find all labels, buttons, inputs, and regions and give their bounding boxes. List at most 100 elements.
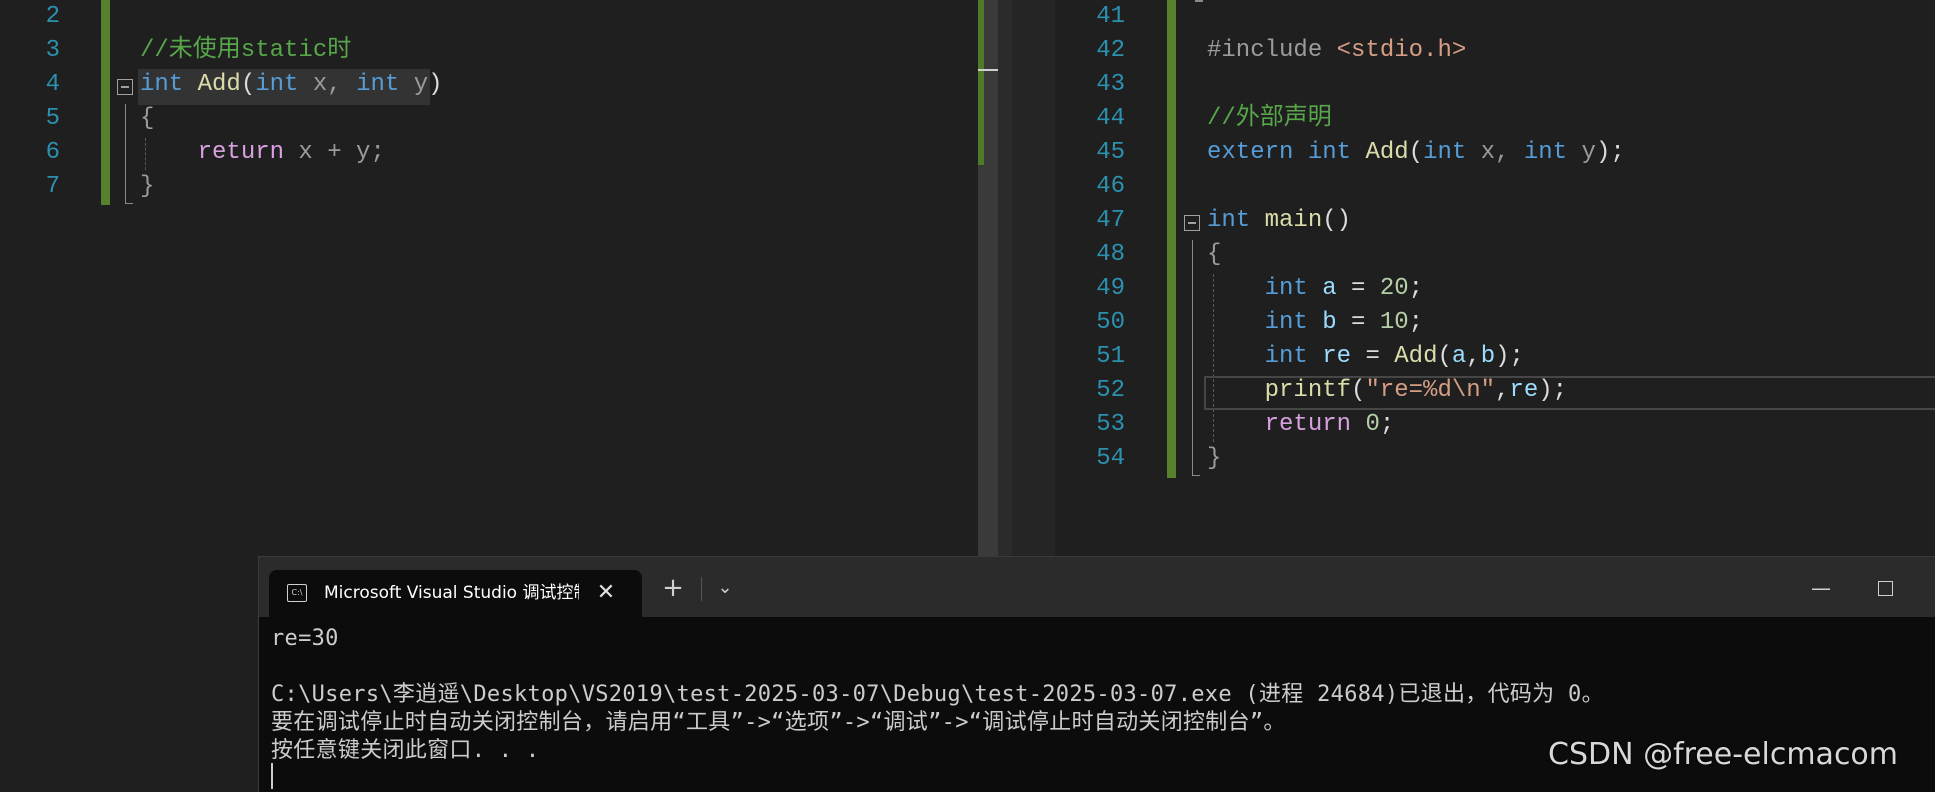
code-token: return [197, 139, 285, 166]
code-token: () [1322, 207, 1352, 234]
scope-guide-end [1192, 475, 1200, 476]
maximize-button[interactable] [1863, 571, 1907, 605]
code-token: ); [1595, 139, 1625, 166]
code-token: ( [1408, 139, 1424, 166]
line-number: 41 [1096, 3, 1125, 30]
code-token: int [1264, 309, 1308, 336]
code-token: int [1307, 139, 1352, 166]
code-text: int Add(int x, int y) [140, 68, 443, 102]
code-token: main [1264, 207, 1323, 234]
code-token: #include [1207, 37, 1337, 64]
code-token: int [1264, 275, 1308, 302]
code-token: <stdio.h> [1336, 37, 1467, 64]
collapse-icon[interactable] [1184, 215, 1200, 231]
code-token: re [1322, 343, 1352, 370]
editor-scrollbar[interactable] [978, 0, 1004, 560]
code-token: = [1336, 275, 1380, 302]
code-text: //外部声明 [1207, 102, 1332, 136]
scope-guide-end [1195, 0, 1203, 2]
code-token: 0 [1365, 411, 1380, 438]
new-tab-button[interactable]: + [653, 571, 693, 605]
code-token: b [1480, 343, 1496, 370]
code-token: = [1336, 309, 1380, 336]
line-number: 4 [45, 71, 60, 98]
code-token: y [1567, 139, 1596, 166]
line-number: 52 [1096, 377, 1125, 404]
line-number: 42 [1096, 37, 1125, 64]
code-token: //未使用static时 [140, 37, 352, 64]
code-token: "re=%d\n" [1365, 377, 1496, 404]
console-tab[interactable]: C:\ Microsoft Visual Studio 调试控制台 ✕ [269, 570, 642, 617]
code-token: a [1322, 275, 1337, 302]
console-tab-title: Microsoft Visual Studio 调试控制台 [324, 583, 579, 603]
code-token: = [1351, 343, 1395, 370]
line-number: 49 [1096, 275, 1125, 302]
code-text: return 0; [1207, 408, 1395, 442]
code-token: 20 [1379, 275, 1409, 302]
code-text: printf("re=%d\n",re); [1207, 374, 1567, 408]
code-text: { [1207, 238, 1221, 272]
collapse-icon[interactable] [117, 79, 133, 95]
terminal-icon: C:\ [287, 584, 307, 602]
close-tab-icon[interactable]: ✕ [591, 578, 621, 608]
code-token: Add [1365, 139, 1409, 166]
line-number: 51 [1096, 343, 1125, 370]
code-token: printf [1264, 377, 1352, 404]
pane-gutter [1012, 0, 1055, 560]
line-number: 44 [1096, 105, 1125, 132]
code-token: x, [1466, 139, 1524, 166]
code-text: extern int Add(int x, int y); [1207, 136, 1625, 170]
code-token: int [140, 71, 184, 98]
code-token: ; [1408, 309, 1424, 336]
line-number: 43 [1096, 71, 1125, 98]
pane-divider[interactable] [998, 0, 1012, 560]
change-tracking-bar [101, 0, 110, 205]
code-text: } [1207, 442, 1221, 476]
code-token: x, [298, 71, 357, 98]
code-token: ( [1437, 343, 1452, 370]
line-number: 47 [1096, 207, 1125, 234]
code-token: int [1207, 207, 1251, 234]
console-titlebar[interactable]: C:\ Microsoft Visual Studio 调试控制台 ✕ + ⌄ … [259, 557, 1935, 617]
code-token: 10 [1379, 309, 1409, 336]
code-text: int main() [1207, 204, 1351, 238]
line-number: 48 [1096, 241, 1125, 268]
code-token: int [356, 71, 400, 98]
code-token: extern [1207, 139, 1294, 166]
line-number: 45 [1096, 139, 1125, 166]
line-number: 46 [1096, 173, 1125, 200]
watermark: CSDN @free-elcmacom [1548, 737, 1899, 772]
code-text: int re = Add(a,b); [1207, 340, 1524, 374]
line-number: 6 [45, 139, 60, 166]
code-token: } [140, 173, 155, 200]
code-token: Add [197, 71, 241, 98]
code-text: } [140, 170, 154, 204]
code-token: ( [240, 71, 256, 98]
line-number: 5 [45, 105, 60, 132]
code-token: int [1264, 343, 1308, 370]
code-token: int [1423, 139, 1467, 166]
maximize-icon [1877, 580, 1893, 596]
code-token: ( [1351, 377, 1366, 404]
minimize-button[interactable]: — [1799, 571, 1843, 605]
code-token: int [255, 71, 299, 98]
code-token: , [1466, 343, 1481, 370]
code-token: } [1207, 445, 1222, 472]
console-output-line: re=30 [271, 626, 339, 651]
code-text: return x + y; [140, 136, 385, 170]
chevron-down-icon[interactable]: ⌄ [705, 571, 745, 605]
console-output-line: 按任意键关闭此窗口. . . [271, 738, 540, 763]
scrollbar-change-mark [978, 0, 984, 165]
line-number: 53 [1096, 411, 1125, 438]
change-tracking-bar [1167, 0, 1176, 478]
code-token: ); [1538, 377, 1568, 404]
